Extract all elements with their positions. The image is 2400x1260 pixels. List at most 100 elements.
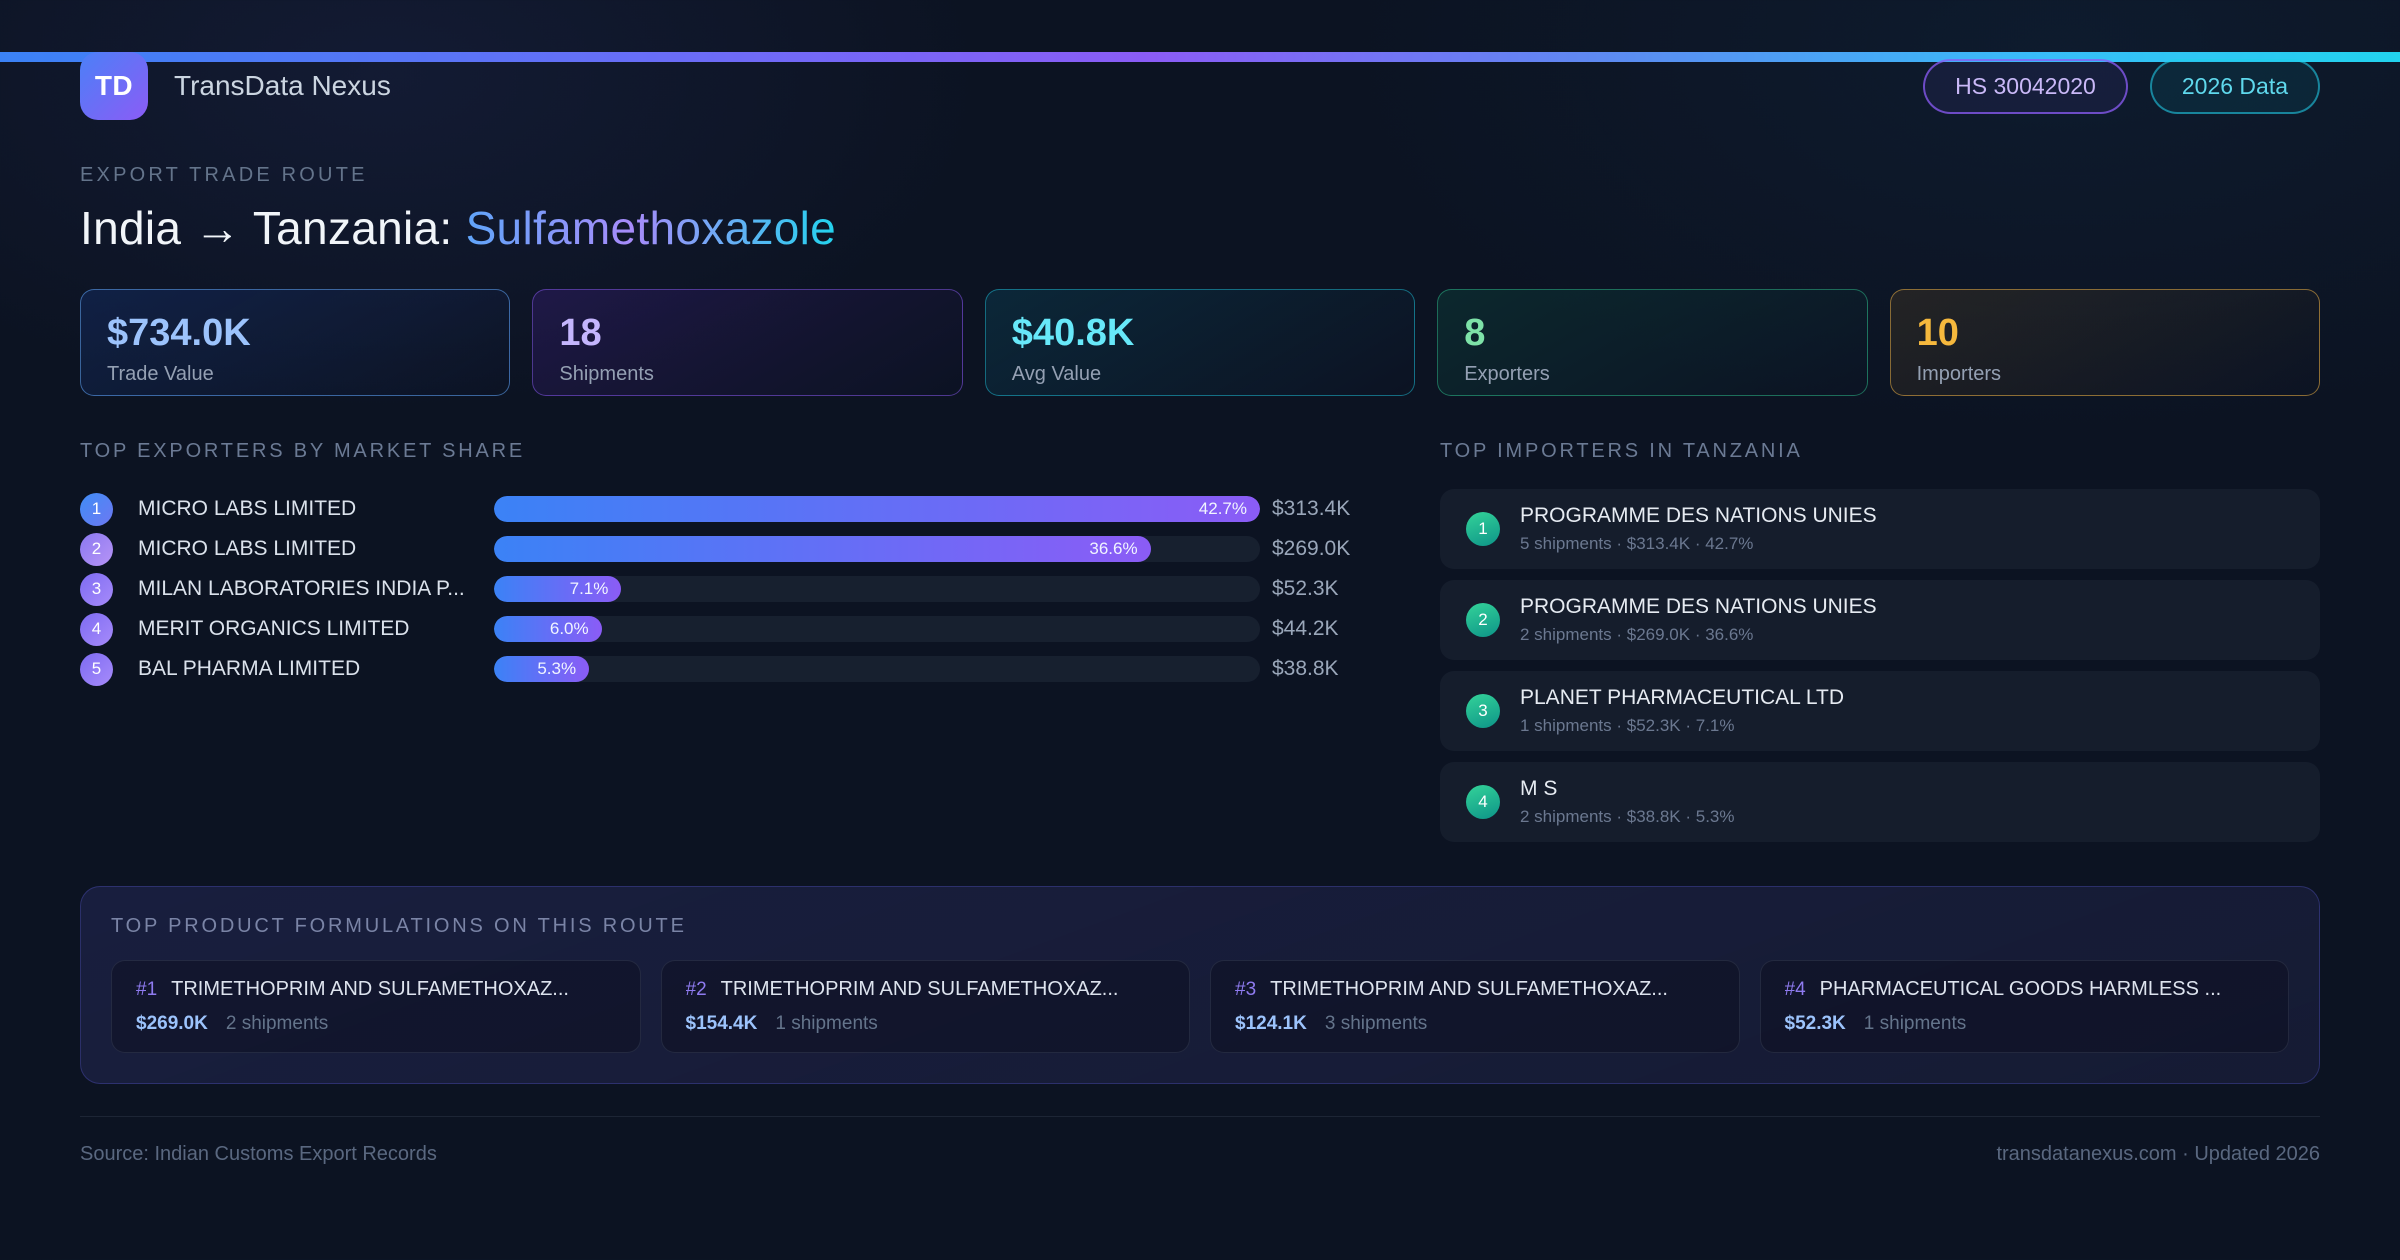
- exporter-value: $313.4K: [1272, 497, 1351, 520]
- exporter-name: MILAN LABORATORIES INDIA P...: [138, 577, 465, 600]
- importer-item: 2 PROGRAMME DES NATIONS UNIES 2 shipment…: [1440, 580, 2320, 660]
- importer-detail: 2 shipments · $269.0K · 36.6%: [1520, 625, 1754, 644]
- formulation-value: $269.0K: [136, 1013, 208, 1034]
- share-percent-label: 5.3%: [537, 659, 577, 678]
- formulation-title-row: #1 TRIMETHOPRIM AND SULFAMETHOXAZ...: [136, 978, 616, 1001]
- importer-name: PLANET PHARMACEUTICAL LTD: [1520, 686, 1845, 709]
- importer-detail: 1 shipments · $52.3K · 7.1%: [1520, 716, 1735, 735]
- page-title: India → Tanzania: Sulfamethoxazole: [80, 201, 2320, 255]
- formulation-shipments: 3 shipments: [1324, 1013, 1428, 1034]
- exporter-row: 3 MILAN LABORATORIES INDIA P... 7.1% $52…: [80, 569, 1376, 609]
- formulation-name: TRIMETHOPRIM AND SULFAMETHOXAZ...: [720, 978, 1119, 1000]
- share-percent-label: 36.6%: [1089, 539, 1138, 558]
- exporters-list: 1 MICRO LABS LIMITED 42.7% $313.4K 2 MIC…: [80, 489, 1376, 689]
- exporter-row: 4 MERIT ORGANICS LIMITED 6.0% $44.2K: [80, 609, 1376, 649]
- stat-label: Exporters: [1464, 363, 1550, 385]
- formulation-name: TRIMETHOPRIM AND SULFAMETHOXAZ...: [1270, 978, 1668, 1000]
- footer-source: Source: Indian Customs Export Records: [80, 1143, 437, 1165]
- stat-value: $40.8K: [1011, 312, 1135, 354]
- rank-badge: 1: [1466, 512, 1500, 546]
- share-percent-label: 42.7%: [1198, 499, 1247, 518]
- exporter-row: 5 BAL PHARMA LIMITED 5.3% $38.8K: [80, 649, 1376, 689]
- importer-detail: 5 shipments · $313.4K · 42.7%: [1520, 534, 1754, 553]
- formulation-name: TRIMETHOPRIM AND SULFAMETHOXAZ...: [171, 978, 569, 1000]
- hs-code-badge[interactable]: HS 30042020: [1923, 58, 2128, 114]
- importer-info: PROGRAMME DES NATIONS UNIES 5 shipments …: [1520, 504, 1877, 554]
- rank-badge: 4: [80, 612, 113, 646]
- market-share-fill: 7.1%: [494, 576, 622, 602]
- exporter-value: $38.8K: [1272, 657, 1339, 680]
- product-name-highlight: Sulfamethoxazole: [465, 202, 837, 254]
- share-percent-label: 6.0%: [549, 619, 589, 638]
- rank-badge: 3: [1466, 694, 1500, 728]
- eyebrow-label: EXPORT TRADE ROUTE: [80, 164, 368, 186]
- stat-trade-value: $734.0K Trade Value: [80, 289, 511, 396]
- stat-value: 10: [1916, 312, 1959, 354]
- formulation-title-row: #2 TRIMETHOPRIM AND SULFAMETHOXAZ...: [686, 978, 1166, 1001]
- stat-shipments: 18 Shipments: [532, 289, 963, 396]
- stat-value: 8: [1464, 312, 1486, 354]
- rank-badge: 4: [1466, 785, 1500, 819]
- exporter-value: $52.3K: [1272, 577, 1339, 600]
- exporter-row: 2 MICRO LABS LIMITED 36.6% $269.0K: [80, 529, 1376, 569]
- stat-value: $734.0K: [107, 312, 251, 354]
- market-share-bar: 36.6%: [494, 536, 1260, 562]
- exporter-row: 1 MICRO LABS LIMITED 42.7% $313.4K: [80, 489, 1376, 529]
- formulation-title-row: #3 TRIMETHOPRIM AND SULFAMETHOXAZ...: [1235, 978, 1715, 1001]
- exporter-value: $44.2K: [1272, 617, 1339, 640]
- formulation-shipments: 1 shipments: [1863, 1013, 1967, 1034]
- exporter-name: MERIT ORGANICS LIMITED: [138, 617, 410, 640]
- importer-info: PROGRAMME DES NATIONS UNIES 2 shipments …: [1520, 595, 1877, 645]
- formulation-rank: #4: [1784, 979, 1806, 1000]
- stat-label: Avg Value: [1011, 363, 1102, 385]
- share-percent-label: 7.1%: [569, 579, 609, 598]
- exporters-section: TOP EXPORTERS BY MARKET SHARE 1 MICRO LA…: [80, 440, 1376, 842]
- stat-label: Shipments: [559, 363, 654, 385]
- importer-item: 4 M S 2 shipments · $38.8K · 5.3%: [1440, 762, 2320, 842]
- footer: Source: Indian Customs Export Records tr…: [80, 1116, 2320, 1166]
- rank-badge: 3: [80, 572, 113, 606]
- formulation-title-row: #4 PHARMACEUTICAL GOODS HARMLESS ...: [1785, 978, 2265, 1001]
- exporter-name: MICRO LABS LIMITED: [138, 537, 357, 560]
- exporter-value: $269.0K: [1272, 537, 1351, 560]
- market-share-bar: 6.0%: [494, 616, 1260, 642]
- market-share-fill: 5.3%: [494, 656, 590, 682]
- header: TD TransData Nexus HS 30042020 2026 Data: [80, 52, 2320, 120]
- formulations-grid: #1 TRIMETHOPRIM AND SULFAMETHOXAZ... $26…: [111, 960, 2289, 1053]
- importers-heading: TOP IMPORTERS IN TANZANIA: [1440, 440, 1803, 462]
- app-logo: TD: [80, 52, 148, 120]
- market-share-bar: 7.1%: [494, 576, 1260, 602]
- stat-cards: $734.0K Trade Value 18 Shipments $40.8K …: [80, 289, 2320, 396]
- formulation-value: $124.1K: [1235, 1013, 1307, 1034]
- stat-label: Trade Value: [107, 363, 214, 385]
- route-title: India → Tanzania:: [80, 202, 466, 254]
- stat-importers: 10 Importers: [1889, 289, 2320, 396]
- formulation-card: #3 TRIMETHOPRIM AND SULFAMETHOXAZ... $12…: [1210, 960, 1740, 1053]
- formulation-value: $52.3K: [1784, 1013, 1846, 1034]
- rank-badge: 2: [80, 532, 113, 566]
- formulation-shipments: 1 shipments: [775, 1013, 878, 1034]
- market-share-fill: 36.6%: [494, 536, 1151, 562]
- main-columns: TOP EXPORTERS BY MARKET SHARE 1 MICRO LA…: [80, 440, 2320, 842]
- formulation-shipments: 2 shipments: [225, 1013, 329, 1034]
- exporters-heading: TOP EXPORTERS BY MARKET SHARE: [80, 440, 526, 462]
- importers-list: 1 PROGRAMME DES NATIONS UNIES 5 shipment…: [1440, 489, 2320, 842]
- importer-name: PROGRAMME DES NATIONS UNIES: [1520, 595, 1877, 618]
- formulation-stats-row: $269.0K 2 shipments: [136, 1013, 616, 1035]
- brand: TD TransData Nexus: [80, 52, 391, 120]
- market-share-fill: 42.7%: [494, 496, 1260, 522]
- importer-name: PROGRAMME DES NATIONS UNIES: [1520, 504, 1877, 527]
- footer-site: transdatanexus.com · Updated 2026: [1996, 1143, 2320, 1165]
- importer-item: 1 PROGRAMME DES NATIONS UNIES 5 shipment…: [1440, 489, 2320, 569]
- rank-badge: 2: [1466, 603, 1500, 637]
- importer-detail: 2 shipments · $38.8K · 5.3%: [1520, 807, 1735, 826]
- data-year-badge[interactable]: 2026 Data: [2149, 58, 2320, 114]
- importer-name: M S: [1520, 777, 1558, 800]
- formulation-stats-row: $154.4K 1 shipments: [686, 1013, 1166, 1035]
- market-share-fill: 6.0%: [494, 616, 602, 642]
- app-name: TransData Nexus: [174, 70, 391, 101]
- importer-info: M S 2 shipments · $38.8K · 5.3%: [1520, 777, 1735, 827]
- stat-value: 18: [559, 312, 602, 354]
- stat-label: Importers: [1916, 363, 2002, 385]
- rank-badge: 5: [80, 652, 113, 686]
